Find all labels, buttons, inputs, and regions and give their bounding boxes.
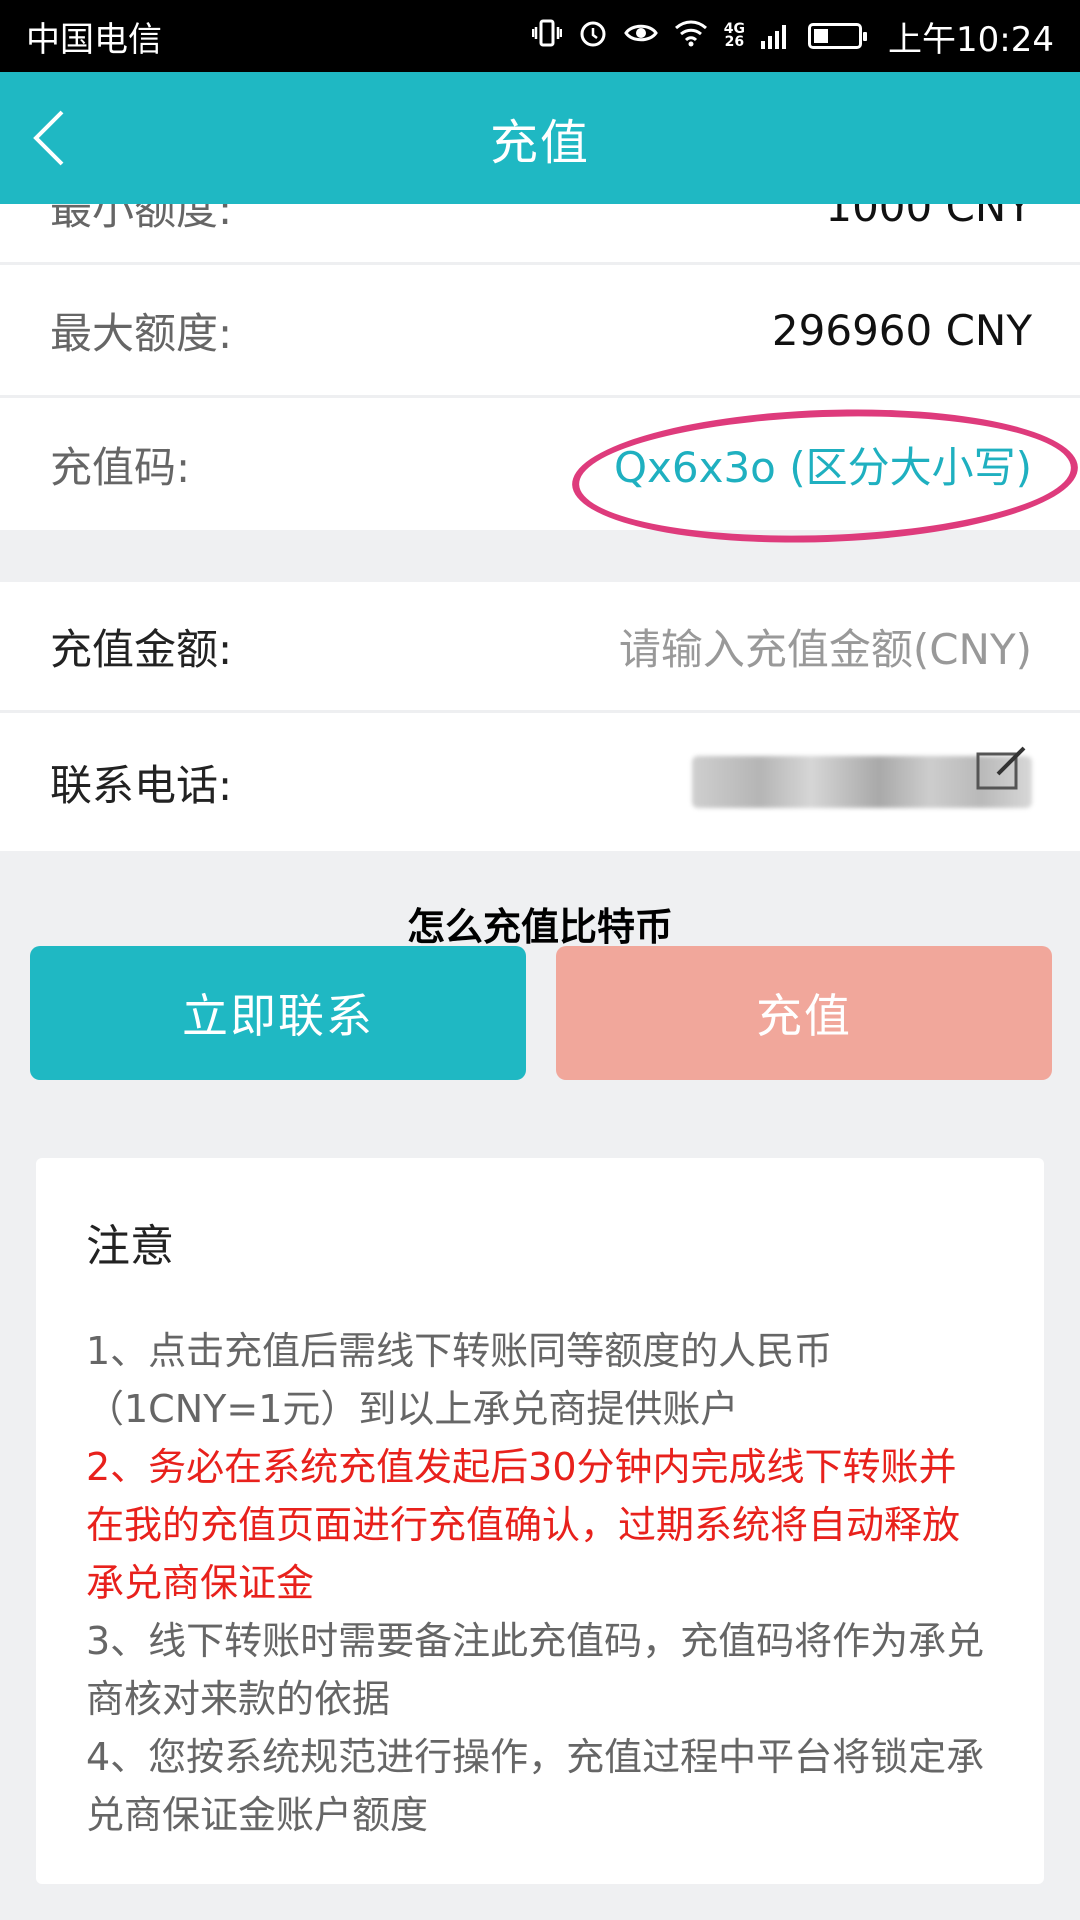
- max-amount-label: 最大额度:: [50, 308, 233, 358]
- notice-item: 4、您按系统规范进行操作，充值过程中平台将锁定承兑商保证金账户额度: [86, 1735, 985, 1837]
- amount-label: 充值金额:: [50, 624, 233, 674]
- clock: 上午10:24: [888, 19, 1054, 60]
- network-type-label: 4G 26: [723, 21, 746, 50]
- signal-icon: [761, 23, 787, 49]
- carrier-label: 中国电信: [26, 19, 162, 60]
- wifi-icon: [674, 19, 708, 53]
- phone-row: 联系电话:: [0, 713, 1080, 851]
- notice-item: 1、点击充值后需线下转账同等额度的人民币（1CNY=1元）到以上承兑商提供账户: [86, 1329, 833, 1431]
- recharge-code-label: 充值码:: [50, 442, 191, 492]
- notice-title: 注意: [86, 1221, 174, 1272]
- amount-input[interactable]: 请输入充值金额(CNY): [619, 616, 1032, 677]
- notice-item-warning: 2、务必在系统充值发起后30分钟内完成线下转账并在我的充值页面进行充值确认，过期…: [86, 1445, 961, 1605]
- recharge-button[interactable]: 充值: [556, 946, 1052, 1080]
- max-amount-value: 296960 CNY: [771, 305, 1032, 355]
- page-title: 充值: [489, 115, 590, 171]
- app-header: 充值: [0, 72, 1080, 204]
- edit-icon[interactable]: [974, 742, 1030, 794]
- notice-item: 3、线下转账时需要备注此充值码，充值码将作为承兑商核对来款的依据: [86, 1619, 985, 1721]
- phone-label: 联系电话:: [50, 760, 233, 810]
- chevron-left-icon: [33, 110, 64, 166]
- overlay-caption: 怎么充值比特币: [406, 905, 673, 949]
- max-amount-row: 最大额度: 296960 CNY: [0, 265, 1080, 395]
- amount-row: 充值金额: 请输入充值金额(CNY): [0, 582, 1080, 710]
- contact-now-button[interactable]: 立即联系: [30, 946, 526, 1080]
- back-button[interactable]: [30, 102, 110, 174]
- battery-icon: [808, 23, 868, 49]
- status-bar: 中国电信 4G 26 上午10:24: [0, 0, 1080, 72]
- alarm-icon: [578, 18, 608, 54]
- vibrate-icon: [531, 19, 563, 53]
- eye-icon: [623, 21, 658, 51]
- status-icons: 4G 26 上午10:24: [531, 12, 1054, 61]
- notice-card: 注意 1、点击充值后需线下转账同等额度的人民币（1CNY=1元）到以上承兑商提供…: [36, 1158, 1044, 1884]
